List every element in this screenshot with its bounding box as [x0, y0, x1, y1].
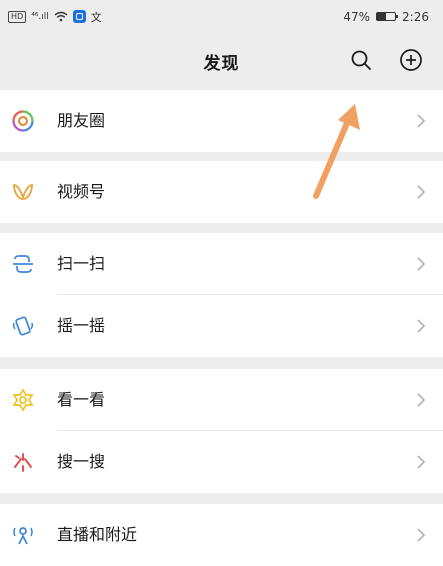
menu-label-moments: 朋友圈 — [57, 111, 106, 130]
menu-label-search: 搜一搜 — [57, 452, 106, 471]
shake-icon — [12, 316, 34, 336]
menu-label-live-nearby: 直播和附近 — [57, 525, 138, 544]
menu-label-channels: 视频号 — [57, 182, 106, 201]
chevron-right-icon — [417, 257, 426, 271]
menu-label-top-stories: 看一看 — [57, 390, 106, 409]
menu-label-shake: 摇一摇 — [57, 316, 106, 335]
add-button[interactable] — [397, 46, 425, 74]
group-stories-search: 看一看 搜一搜 — [0, 369, 443, 493]
search-feature-icon — [14, 453, 32, 472]
hd-badge: HD — [8, 10, 27, 23]
channels-icon — [13, 184, 33, 200]
chevron-right-icon — [417, 319, 426, 333]
menu-item-shake[interactable]: 摇一摇 — [0, 295, 443, 357]
status-left: HD ⁴⁶.ıll 文 — [8, 9, 102, 25]
nav-bar: 发现 — [0, 33, 443, 90]
group-channels: 视频号 — [0, 161, 443, 223]
battery-icon — [376, 12, 399, 21]
menu-item-top-stories[interactable]: 看一看 — [0, 369, 443, 431]
plus-circle-icon — [400, 49, 422, 71]
nav-actions — [347, 46, 425, 74]
app-notification-icon — [72, 10, 86, 23]
status-right: 47% 2:26 — [343, 10, 429, 24]
chevron-right-icon — [417, 114, 426, 128]
search-button[interactable] — [347, 46, 375, 74]
battery-percent: 47% — [343, 9, 371, 24]
wifi-icon — [54, 11, 68, 22]
menu-item-live-nearby[interactable]: 直播和附近 — [0, 504, 443, 566]
group-moments: 朋友圈 — [0, 90, 443, 152]
top-stories-icon — [12, 389, 34, 411]
battery-fill — [377, 13, 386, 20]
chevron-right-icon — [417, 528, 426, 542]
search-icon — [351, 50, 371, 70]
menu-item-scan[interactable]: 扫一扫 — [0, 233, 443, 295]
chevron-right-icon — [417, 185, 426, 199]
menu-label-scan: 扫一扫 — [57, 254, 106, 273]
group-scan-shake: 扫一扫 摇一摇 — [0, 233, 443, 357]
group-live-nearby: 直播和附近 — [0, 504, 443, 566]
chevron-right-icon — [417, 455, 426, 469]
signal-icon: ⁴⁶.ıll — [31, 11, 49, 22]
page-title: 发现 — [203, 54, 240, 74]
live-nearby-icon — [13, 527, 33, 545]
menu-item-search[interactable]: 搜一搜 — [0, 431, 443, 493]
moments-icon — [12, 110, 34, 132]
ime-icon: 文 — [90, 10, 102, 24]
menu-item-moments[interactable]: 朋友圈 — [0, 90, 443, 152]
status-bar: HD ⁴⁶.ıll 文 47% 2:26 — [0, 0, 443, 33]
clock: 2:26 — [402, 9, 429, 24]
menu-item-channels[interactable]: 视频号 — [0, 161, 443, 223]
chevron-right-icon — [417, 393, 426, 407]
scan-icon — [13, 255, 33, 273]
